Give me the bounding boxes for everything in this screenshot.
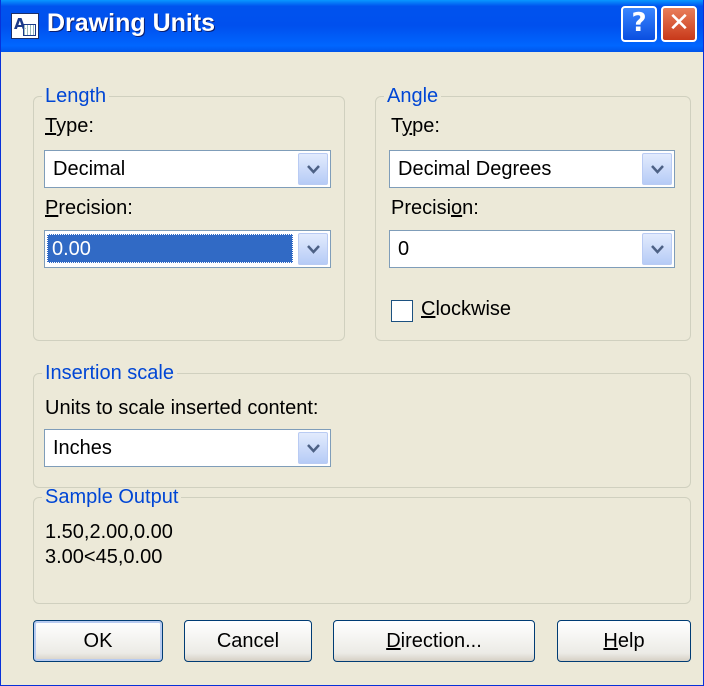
chevron-down-icon <box>651 245 664 254</box>
sample-output-group: Sample Output <box>33 486 691 604</box>
help-button[interactable]: Help <box>557 620 691 662</box>
clockwise-checkbox[interactable] <box>391 300 413 322</box>
question-mark-icon: ? <box>631 8 647 38</box>
title-bar[interactable]: A Drawing Units ? ✕ <box>1 0 703 52</box>
angle-precision-value: 0 <box>398 238 410 260</box>
length-type-value: Decimal <box>53 158 126 180</box>
angle-type-value: Decimal Degrees <box>398 158 552 180</box>
angle-legend: Angle <box>387 85 439 107</box>
insertion-scale-legend: Insertion scale <box>45 362 174 384</box>
insertion-units-select[interactable]: Inches <box>44 429 331 467</box>
direction-button[interactable]: Direction... <box>333 620 535 662</box>
length-precision-select[interactable]: 0.00 <box>44 230 331 268</box>
title-close-button[interactable]: ✕ <box>661 6 697 42</box>
insertion-units-value: Inches <box>53 437 112 459</box>
length-type-dropdown-button[interactable] <box>298 153 328 185</box>
angle-type-label: Type: <box>391 115 440 137</box>
length-precision-label: Precision: <box>45 197 133 219</box>
chevron-down-icon <box>307 245 320 254</box>
length-type-select[interactable]: Decimal <box>44 150 331 188</box>
window-title: Drawing Units <box>47 9 216 37</box>
sample-output-line-2: 3.00<45,0.00 <box>45 546 163 568</box>
chevron-down-icon <box>307 444 320 453</box>
length-precision-dropdown-button[interactable] <box>298 233 328 265</box>
angle-precision-dropdown-button[interactable] <box>642 233 672 265</box>
angle-type-select[interactable]: Decimal Degrees <box>389 150 675 188</box>
sample-output-line-1: 1.50,2.00,0.00 <box>45 521 173 543</box>
length-legend: Length <box>45 85 107 107</box>
angle-type-dropdown-button[interactable] <box>642 153 672 185</box>
sample-output-legend: Sample Output <box>45 486 179 508</box>
cancel-button[interactable]: Cancel <box>184 620 312 662</box>
insertion-scale-group: Insertion scale <box>33 362 691 488</box>
title-help-button[interactable]: ? <box>621 6 657 42</box>
clockwise-label[interactable]: Clockwise <box>421 298 511 321</box>
insertion-units-dropdown-button[interactable] <box>298 432 328 464</box>
length-type-label: Type: <box>45 115 94 137</box>
chevron-down-icon <box>651 165 664 174</box>
close-icon: ✕ <box>668 8 690 38</box>
ok-button[interactable]: OK <box>33 620 163 662</box>
insertion-units-label: Units to scale inserted content: <box>45 397 319 419</box>
angle-precision-label: Precision: <box>391 197 479 219</box>
drawing-units-dialog: A Drawing Units ? ✕ Length Type: Decimal… <box>0 0 704 686</box>
chevron-down-icon <box>307 165 320 174</box>
length-precision-value: 0.00 <box>47 234 293 263</box>
angle-precision-select[interactable]: 0 <box>389 230 675 268</box>
drawing-units-app-icon: A <box>11 13 39 39</box>
